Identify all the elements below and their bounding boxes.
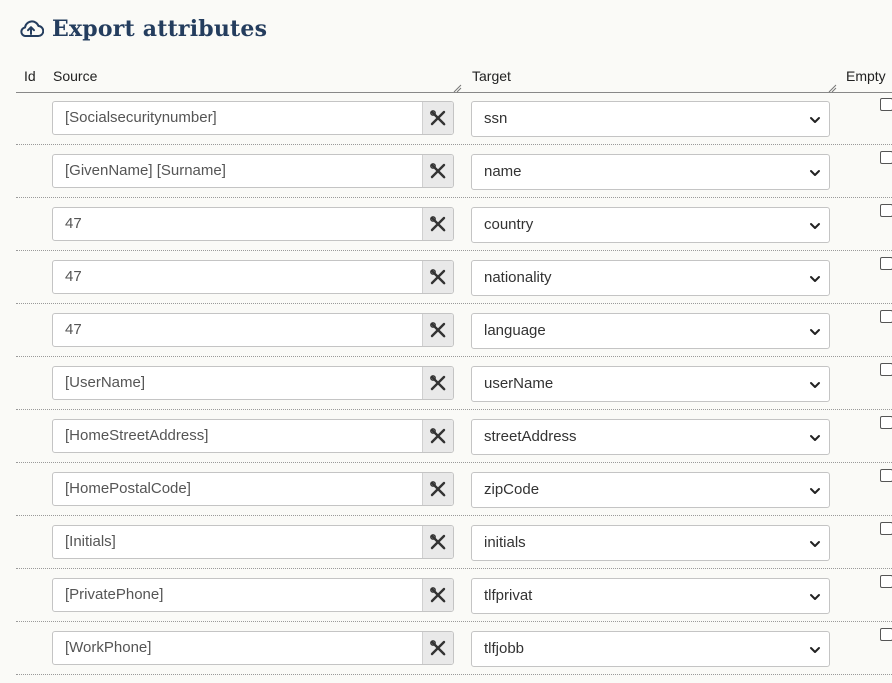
source-input[interactable]	[53, 208, 423, 240]
tools-icon[interactable]	[422, 208, 453, 240]
table-row: tlfjobb	[16, 622, 892, 675]
table-row: zipCode	[16, 463, 892, 516]
table-row: tlfprivat	[16, 569, 892, 622]
column-header-empty[interactable]: Empty	[846, 68, 886, 84]
column-header-id[interactable]: Id	[24, 68, 36, 84]
tools-icon[interactable]	[422, 473, 453, 505]
cloud-upload-icon	[18, 18, 44, 40]
source-field	[52, 472, 454, 506]
source-field	[52, 154, 454, 188]
target-select-value: name	[484, 163, 522, 180]
source-input[interactable]	[53, 579, 423, 611]
empty-checkbox[interactable]	[880, 310, 892, 323]
source-field	[52, 260, 454, 294]
source-field	[52, 313, 454, 347]
target-select-value: zipCode	[484, 481, 540, 498]
tools-icon[interactable]	[422, 367, 453, 399]
chevron-down-icon	[809, 590, 821, 608]
tools-icon[interactable]	[422, 102, 453, 134]
target-select[interactable]: tlfprivat	[471, 578, 830, 614]
page-title: Export attributes	[52, 16, 268, 42]
attribute-table-body: ssn name country nationality language userNam…	[16, 92, 892, 675]
empty-checkbox[interactable]	[880, 469, 892, 482]
empty-checkbox[interactable]	[880, 416, 892, 429]
table-row: country	[16, 198, 892, 251]
empty-checkbox[interactable]	[880, 628, 892, 641]
empty-checkbox[interactable]	[880, 98, 892, 111]
tools-icon[interactable]	[422, 579, 453, 611]
empty-checkbox[interactable]	[880, 151, 892, 164]
target-select-value: userName	[484, 375, 554, 392]
target-select[interactable]: zipCode	[471, 472, 830, 508]
tools-icon[interactable]	[422, 526, 453, 558]
table-row: streetAddress	[16, 410, 892, 463]
source-field	[52, 207, 454, 241]
table-row: ssn	[16, 92, 892, 145]
source-input[interactable]	[53, 420, 423, 452]
target-select[interactable]: tlfjobb	[471, 631, 830, 667]
source-field	[52, 578, 454, 612]
source-input[interactable]	[53, 102, 423, 134]
target-select-value: initials	[484, 534, 526, 551]
column-header-source[interactable]: Source	[53, 68, 97, 84]
chevron-down-icon	[809, 166, 821, 184]
source-column-resize-handle[interactable]	[453, 80, 462, 93]
empty-checkbox[interactable]	[880, 204, 892, 217]
chevron-down-icon	[809, 484, 821, 502]
table-row: userName	[16, 357, 892, 410]
target-select[interactable]: country	[471, 207, 830, 243]
source-input[interactable]	[53, 473, 423, 505]
source-field	[52, 366, 454, 400]
target-select[interactable]: name	[471, 154, 830, 190]
target-select[interactable]: streetAddress	[471, 419, 830, 455]
table-row: name	[16, 145, 892, 198]
source-input[interactable]	[53, 155, 423, 187]
target-select-value: language	[484, 322, 546, 339]
chevron-down-icon	[809, 643, 821, 661]
source-input[interactable]	[53, 367, 423, 399]
chevron-down-icon	[809, 378, 821, 396]
target-select-value: nationality	[484, 269, 552, 286]
tools-icon[interactable]	[422, 632, 453, 664]
page-header: Export attributes	[18, 16, 267, 42]
empty-checkbox[interactable]	[880, 575, 892, 588]
target-select[interactable]: initials	[471, 525, 830, 561]
target-select-value: country	[484, 216, 534, 233]
empty-checkbox[interactable]	[880, 257, 892, 270]
target-select[interactable]: userName	[471, 366, 830, 402]
target-select-value: ssn	[484, 110, 508, 127]
target-column-resize-handle[interactable]	[828, 80, 837, 93]
target-select-value: streetAddress	[484, 428, 577, 445]
source-field	[52, 419, 454, 453]
chevron-down-icon	[809, 219, 821, 237]
source-input[interactable]	[53, 314, 423, 346]
source-field	[52, 525, 454, 559]
chevron-down-icon	[809, 537, 821, 555]
empty-checkbox[interactable]	[880, 363, 892, 376]
table-row: initials	[16, 516, 892, 569]
source-field	[52, 631, 454, 665]
source-input[interactable]	[53, 526, 423, 558]
tools-icon[interactable]	[422, 420, 453, 452]
tools-icon[interactable]	[422, 314, 453, 346]
source-field	[52, 101, 454, 135]
column-header-target[interactable]: Target	[472, 68, 511, 84]
tools-icon[interactable]	[422, 261, 453, 293]
chevron-down-icon	[809, 325, 821, 343]
table-row: nationality	[16, 251, 892, 304]
chevron-down-icon	[809, 272, 821, 290]
tools-icon[interactable]	[422, 155, 453, 187]
source-input[interactable]	[53, 632, 423, 664]
source-input[interactable]	[53, 261, 423, 293]
table-header: Id Source Target Empty	[16, 60, 892, 93]
target-select-value: tlfprivat	[484, 587, 533, 604]
target-select[interactable]: language	[471, 313, 830, 349]
target-select[interactable]: nationality	[471, 260, 830, 296]
chevron-down-icon	[809, 113, 821, 131]
empty-checkbox[interactable]	[880, 522, 892, 535]
target-select-value: tlfjobb	[484, 640, 525, 657]
target-select[interactable]: ssn	[471, 101, 830, 137]
chevron-down-icon	[809, 431, 821, 449]
table-row: language	[16, 304, 892, 357]
